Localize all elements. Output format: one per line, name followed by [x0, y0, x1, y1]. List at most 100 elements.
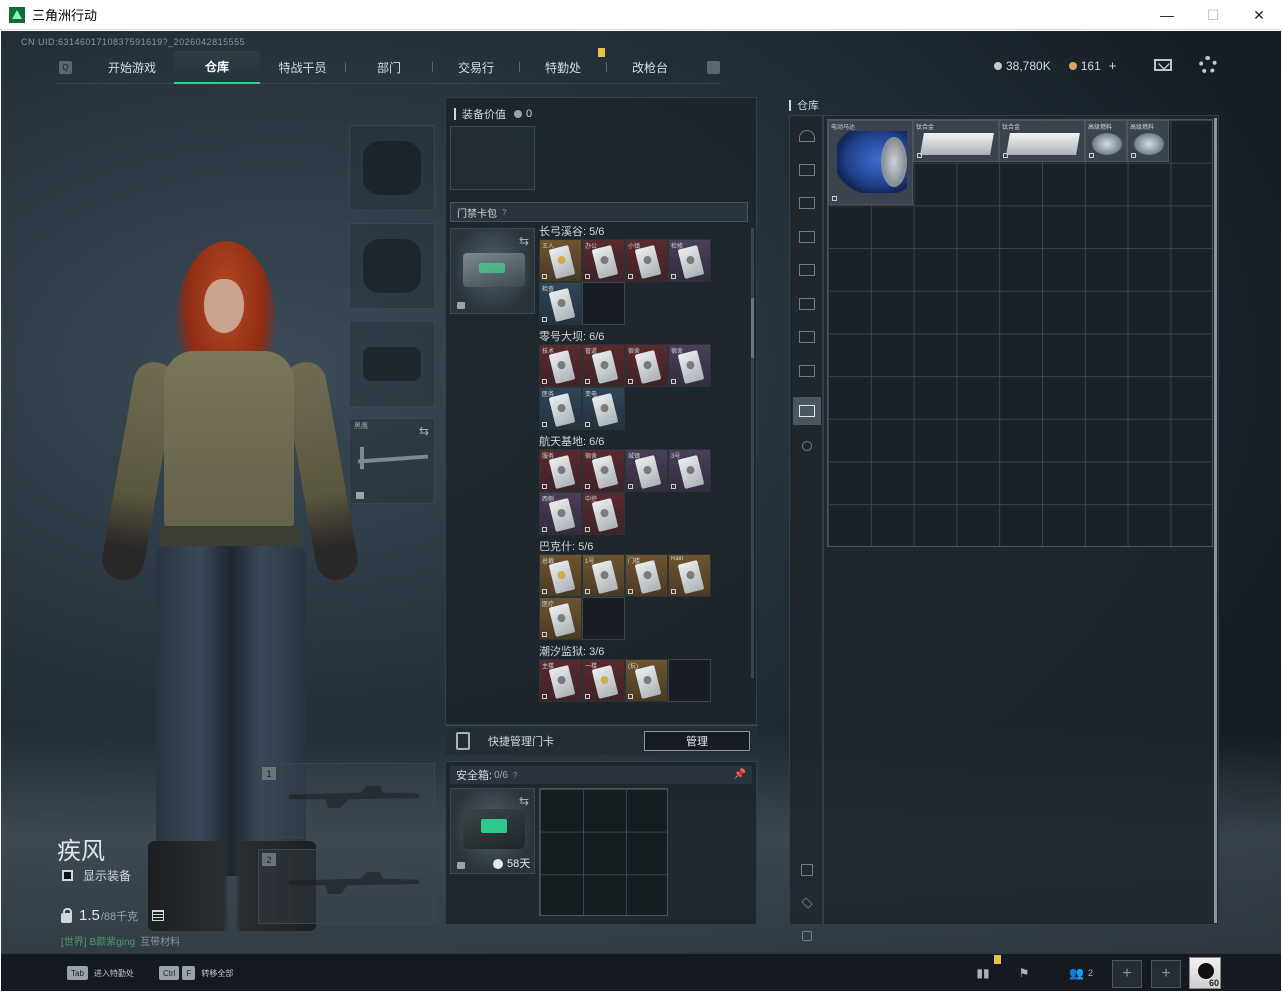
- keycard-scrollbar[interactable]: [751, 228, 754, 678]
- help-icon[interactable]: ?: [513, 771, 517, 780]
- keycard-item[interactable]: 管道: [582, 344, 625, 387]
- keycard-case[interactable]: ⇆: [450, 228, 535, 314]
- warehouse-layers-icon[interactable]: [793, 889, 821, 917]
- manage-button[interactable]: 管理: [644, 731, 750, 751]
- safe-box-grid[interactable]: [539, 788, 668, 916]
- weight-lock-icon: [61, 907, 72, 923]
- secondary-weapon-slot[interactable]: 2: [258, 849, 435, 924]
- warehouse-tab-6[interactable]: [793, 323, 821, 351]
- keycard-item[interactable]: 办公: [582, 239, 625, 282]
- safe-box-item[interactable]: ⇆ 58天: [450, 788, 535, 874]
- warehouse-item-titanium[interactable]: 钛合金: [999, 120, 1085, 162]
- motor-icon: [837, 131, 907, 193]
- warehouse-tab-5[interactable]: [793, 290, 821, 318]
- armor-slot[interactable]: [349, 223, 435, 309]
- warehouse-tab-all[interactable]: [793, 122, 821, 150]
- stats-chart-icon[interactable]: ▮▮: [972, 962, 994, 984]
- keycard-item[interactable]: 检修: [668, 239, 711, 282]
- melee-slot[interactable]: 黑鹰 ⇆: [349, 418, 435, 504]
- keycard-item[interactable]: 服务: [539, 449, 582, 492]
- keycard-item[interactable]: 总裁: [539, 554, 582, 597]
- top-nav: Q 开始游戏 仓库 特战干员 部门 交易行 特勤处 改枪台: [56, 50, 721, 84]
- avatar[interactable]: 60: [1189, 957, 1221, 989]
- keycard-item[interactable]: 检查: [539, 282, 582, 325]
- keycard-item[interactable]: 主楼: [539, 659, 582, 702]
- empty-keycard-slot[interactable]: [582, 597, 625, 640]
- tab-start-game[interactable]: 开始游戏: [90, 51, 174, 84]
- add-teammate-button[interactable]: +: [1112, 960, 1142, 988]
- keycard-item[interactable]: Rain: [668, 554, 711, 597]
- friends-icon[interactable]: 👥 2: [1061, 962, 1101, 984]
- swap-icon[interactable]: ⇆: [419, 424, 429, 438]
- tab-warehouse[interactable]: 仓库: [174, 50, 260, 84]
- keycard-item[interactable]: 王人: [539, 239, 582, 282]
- transfer-all-hint[interactable]: Ctrl F 转移全部: [159, 966, 233, 980]
- quick-manage-label: 快捷管理门卡: [488, 735, 554, 748]
- warehouse-sort-icon[interactable]: [793, 922, 821, 950]
- keycard-item[interactable]: 一楼: [582, 659, 625, 702]
- keycard-item[interactable]: 技术: [539, 344, 582, 387]
- settings-gear-icon[interactable]: [1199, 56, 1217, 74]
- keycard-item[interactable]: 宿舍: [668, 344, 711, 387]
- flag-icon[interactable]: ⚑: [1013, 962, 1035, 984]
- minimize-button[interactable]: —: [1144, 0, 1190, 30]
- warehouse-item-fuel[interactable]: 高级燃料: [1127, 120, 1169, 162]
- empty-keycard-slot[interactable]: [582, 282, 625, 325]
- tab-operators[interactable]: 特战干员: [260, 51, 345, 84]
- warehouse-tab-2[interactable]: [793, 189, 821, 217]
- tab-department[interactable]: 部门: [346, 51, 432, 84]
- keycard-item[interactable]: 西侧: [539, 492, 582, 535]
- mail-icon[interactable]: [1154, 59, 1172, 71]
- warehouse-expand-icon[interactable]: [793, 856, 821, 884]
- show-equipment-toggle[interactable]: 显示装备: [62, 867, 131, 884]
- helmet-slot[interactable]: [349, 125, 435, 211]
- carry-weight: 1.5 /88千克: [61, 907, 165, 924]
- warehouse-tab-4[interactable]: [793, 256, 821, 284]
- maximize-button[interactable]: ☐: [1190, 0, 1236, 30]
- warehouse-item-titanium[interactable]: 钛合金: [913, 120, 999, 162]
- keycard-item[interactable]: 城镇: [625, 449, 668, 492]
- warehouse-item-motor[interactable]: 电动马达: [828, 120, 913, 205]
- app-logo-icon: [9, 6, 25, 23]
- keycard-item[interactable]: 宿舍: [625, 344, 668, 387]
- tab-gunsmith[interactable]: 改枪台: [607, 51, 693, 84]
- keycard-item[interactable]: 医疗: [539, 597, 582, 640]
- show-equipment-checkbox[interactable]: [62, 870, 73, 881]
- warehouse-settings-tab[interactable]: [793, 432, 821, 460]
- swap-icon[interactable]: ⇆: [519, 794, 529, 808]
- keycard-item[interactable]: 3号: [668, 449, 711, 492]
- primary-weapon-slot[interactable]: 1: [258, 763, 435, 838]
- nav-next-icon[interactable]: [707, 61, 720, 74]
- keycard-item[interactable]: 1号: [582, 554, 625, 597]
- pistol-slot[interactable]: [349, 321, 435, 407]
- keycard-icon: [634, 455, 662, 489]
- keycard-item[interactable]: 变电: [582, 387, 625, 430]
- keycard-item[interactable]: 门楼: [625, 554, 668, 597]
- swap-icon[interactable]: ⇆: [519, 234, 529, 248]
- help-icon[interactable]: ?: [502, 208, 506, 217]
- weight-detail-icon[interactable]: [152, 910, 165, 921]
- close-button[interactable]: ✕: [1236, 0, 1282, 30]
- add-currency-button[interactable]: +: [1109, 58, 1117, 73]
- tab-hint[interactable]: Tab 进入特勤处: [67, 966, 134, 980]
- backpack-slot[interactable]: [450, 126, 535, 190]
- keycard-item[interactable]: (抗): [625, 659, 668, 702]
- keycard-item[interactable]: 宿舍: [582, 449, 625, 492]
- warehouse-item-fuel[interactable]: 高级燃料: [1085, 120, 1127, 162]
- tab-trading[interactable]: 交易行: [433, 51, 519, 84]
- add-teammate-button[interactable]: +: [1151, 960, 1181, 988]
- nav-prev-icon[interactable]: Q: [59, 60, 72, 74]
- keycard-item[interactable]: 小镇: [625, 239, 668, 282]
- keycard-item[interactable]: 中控: [582, 492, 625, 535]
- warehouse-scrollbar[interactable]: [1214, 118, 1217, 923]
- tab-special-ops[interactable]: 特勤处: [520, 51, 606, 84]
- warehouse-tab-1[interactable]: [793, 156, 821, 184]
- bind-icon: [542, 589, 547, 594]
- keycard-item[interactable]: 医务: [539, 387, 582, 430]
- empty-keycard-slot[interactable]: [668, 659, 711, 702]
- chat-message[interactable]: [世界] B颜紫ging 互带材料: [61, 933, 180, 948]
- warehouse-tab-7[interactable]: [793, 357, 821, 385]
- pin-icon[interactable]: 📌: [734, 769, 746, 780]
- warehouse-tab-8[interactable]: [793, 397, 821, 425]
- warehouse-tab-3[interactable]: [793, 223, 821, 251]
